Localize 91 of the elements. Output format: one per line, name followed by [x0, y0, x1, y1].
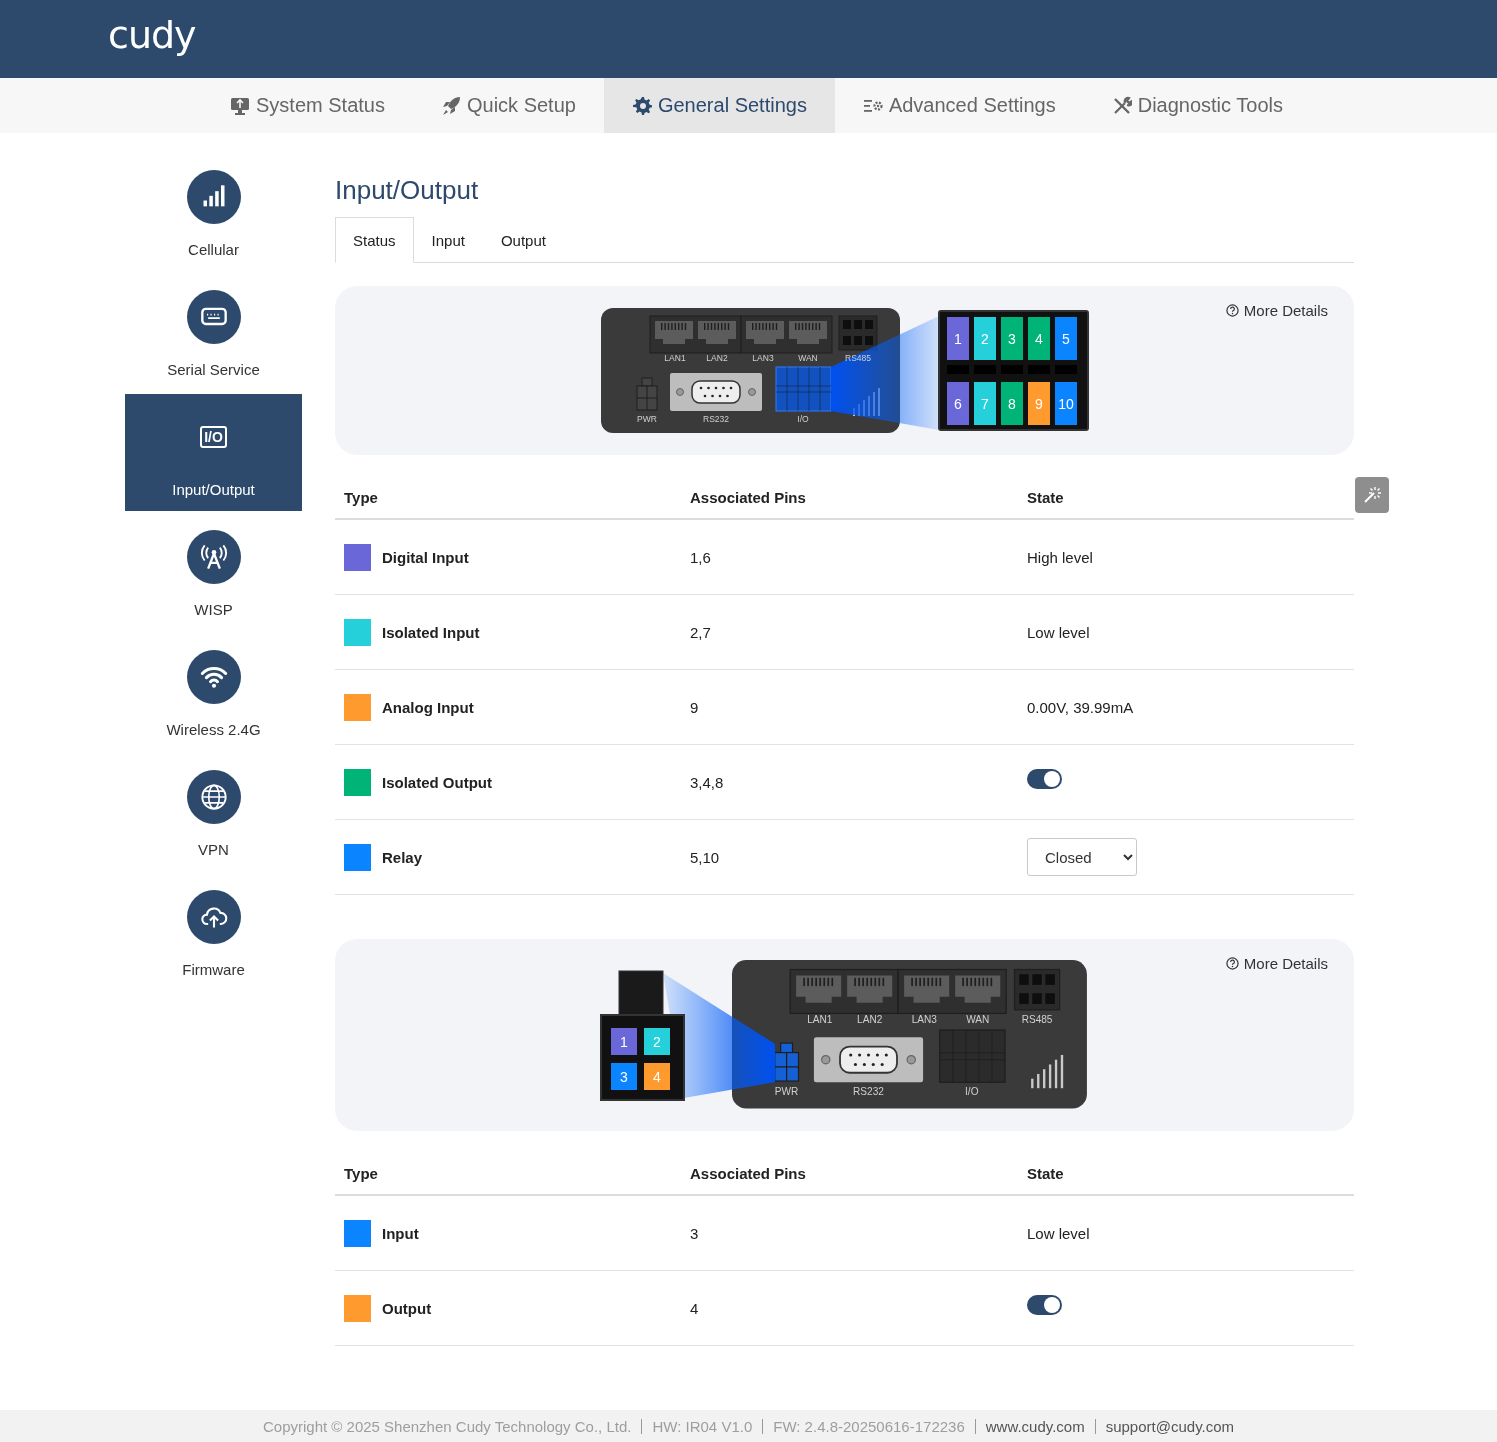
- column-header: Associated Pins: [690, 1165, 807, 1182]
- pin-number: 8: [1007, 395, 1016, 411]
- nav-tab[interactable]: Advanced Settings: [834, 78, 1084, 133]
- table-cell-text: 3: [690, 1224, 700, 1242]
- port-label: I/O: [964, 1086, 978, 1098]
- monitor-icon: [230, 95, 251, 116]
- pin-number: 3: [619, 1068, 628, 1085]
- column-header: Type: [344, 1165, 379, 1182]
- footer-text: Copyright © 2025 Shenzhen Cudy Technology Co., Ltd.: [261, 1418, 633, 1434]
- table-cell: Output: [382, 1299, 432, 1317]
- footer-text: FW: 2.4.8-20250616-172236: [762, 1418, 975, 1434]
- help-icon: [1225, 957, 1239, 970]
- more-details-link[interactable]: More Details: [1225, 955, 1328, 972]
- port-label: PWR: [774, 1086, 798, 1098]
- footer-link[interactable]: www.cudy.com: [974, 1418, 1095, 1434]
- state-select[interactable]: Closed: [1027, 838, 1137, 876]
- port-label: LAN3: [751, 352, 774, 363]
- magic-wand-icon: [1363, 486, 1381, 504]
- port-label: WAN: [965, 1013, 989, 1025]
- port-label: WAN: [797, 352, 818, 363]
- table-cell: Input: [382, 1224, 419, 1242]
- pin-number: 4: [652, 1068, 661, 1085]
- magic-wand-button[interactable]: [1355, 477, 1389, 513]
- column-header: Type: [344, 489, 379, 506]
- tab[interactable]: Status: [335, 217, 414, 263]
- globe-icon: [199, 783, 228, 811]
- pin-number: 1: [953, 330, 962, 346]
- pin-number: 4: [1034, 330, 1043, 346]
- column-header: Associated Pins: [690, 489, 807, 506]
- pin-number: 9: [1034, 395, 1043, 411]
- table-cell: Isolated Input: [382, 623, 480, 641]
- nav-tab[interactable]: Diagnostic Tools: [1083, 78, 1311, 133]
- pin-number: 3: [1007, 330, 1016, 346]
- column-header: State: [1027, 1165, 1065, 1182]
- table-cell-text: 1,6: [690, 548, 712, 566]
- pin-number: 10: [1057, 395, 1074, 411]
- toggle-switch[interactable]: [1027, 769, 1062, 789]
- pin-number: 6: [953, 395, 962, 411]
- port-label: PWR: [636, 413, 657, 424]
- table-cell: High level: [1027, 548, 1093, 566]
- pin-number: 1: [619, 1033, 628, 1050]
- sidebar-item[interactable]: Firmware: [125, 874, 302, 991]
- column-header: State: [1027, 489, 1065, 506]
- sidebar-item[interactable]: I/O Input/Output: [125, 394, 302, 511]
- table-cell-text: 5,10: [690, 848, 721, 866]
- rocket-icon: [440, 95, 461, 116]
- antenna-icon: [199, 543, 228, 571]
- port-label: LAN1: [806, 1013, 832, 1025]
- sidebar-item[interactable]: Serial Service: [125, 274, 302, 391]
- pin-number: 7: [980, 395, 989, 411]
- tab[interactable]: Output: [482, 217, 564, 263]
- table-cell: Isolated Output: [382, 773, 492, 791]
- page-title: Input/Output: [335, 175, 480, 207]
- port-label: RS232: [852, 1086, 884, 1098]
- table-cell-text: 3,4,8: [690, 773, 725, 791]
- sidebar-item[interactable]: Wireless 2.4G: [125, 634, 302, 751]
- table-cell: Low level: [1027, 623, 1090, 641]
- tab[interactable]: Input: [413, 217, 483, 263]
- footer-link[interactable]: support@cudy.com: [1094, 1418, 1245, 1434]
- port-label: LAN2: [856, 1013, 882, 1025]
- table-cell: 0.00V, 39.99mA: [1027, 698, 1134, 716]
- sidebar-item[interactable]: VPN: [125, 754, 302, 871]
- pin-number: 5: [1061, 330, 1070, 346]
- table-cell-text: 2,7: [690, 623, 712, 641]
- sidebar-item[interactable]: WISP: [125, 514, 302, 631]
- logo[interactable]: cudy: [108, 16, 196, 62]
- table-cell: Relay: [382, 848, 423, 866]
- port-label: LAN1: [663, 352, 686, 363]
- nav-tab[interactable]: System Status: [202, 78, 413, 133]
- table-cell-text: 4: [690, 1299, 700, 1317]
- nav-tab[interactable]: General Settings: [603, 78, 835, 133]
- table-cell: Low level: [1027, 1224, 1090, 1242]
- io-icon: I/O: [200, 426, 227, 448]
- port-label: LAN2: [705, 352, 728, 363]
- pin-number: 2: [652, 1033, 661, 1050]
- port-label: LAN3: [911, 1013, 937, 1025]
- port-label: RS485: [1021, 1013, 1052, 1025]
- gear-icon: [631, 95, 652, 116]
- table-cell: Digital Input: [382, 548, 469, 566]
- footer-text: HW: IR04 V1.0: [641, 1418, 763, 1434]
- sidebar-item[interactable]: Cellular: [125, 154, 302, 271]
- table-cell-text: 9: [690, 698, 700, 716]
- table-cell: Analog Input: [382, 698, 474, 716]
- toggle-switch[interactable]: [1027, 1295, 1062, 1315]
- port-label: RS232: [702, 413, 729, 424]
- nav-tab[interactable]: Quick Setup: [412, 78, 604, 133]
- more-details-link[interactable]: More Details: [1225, 302, 1328, 319]
- pin-number: 2: [980, 330, 989, 346]
- tools-icon: [1111, 95, 1132, 116]
- port-label: I/O: [796, 413, 809, 424]
- help-icon: [1225, 304, 1239, 317]
